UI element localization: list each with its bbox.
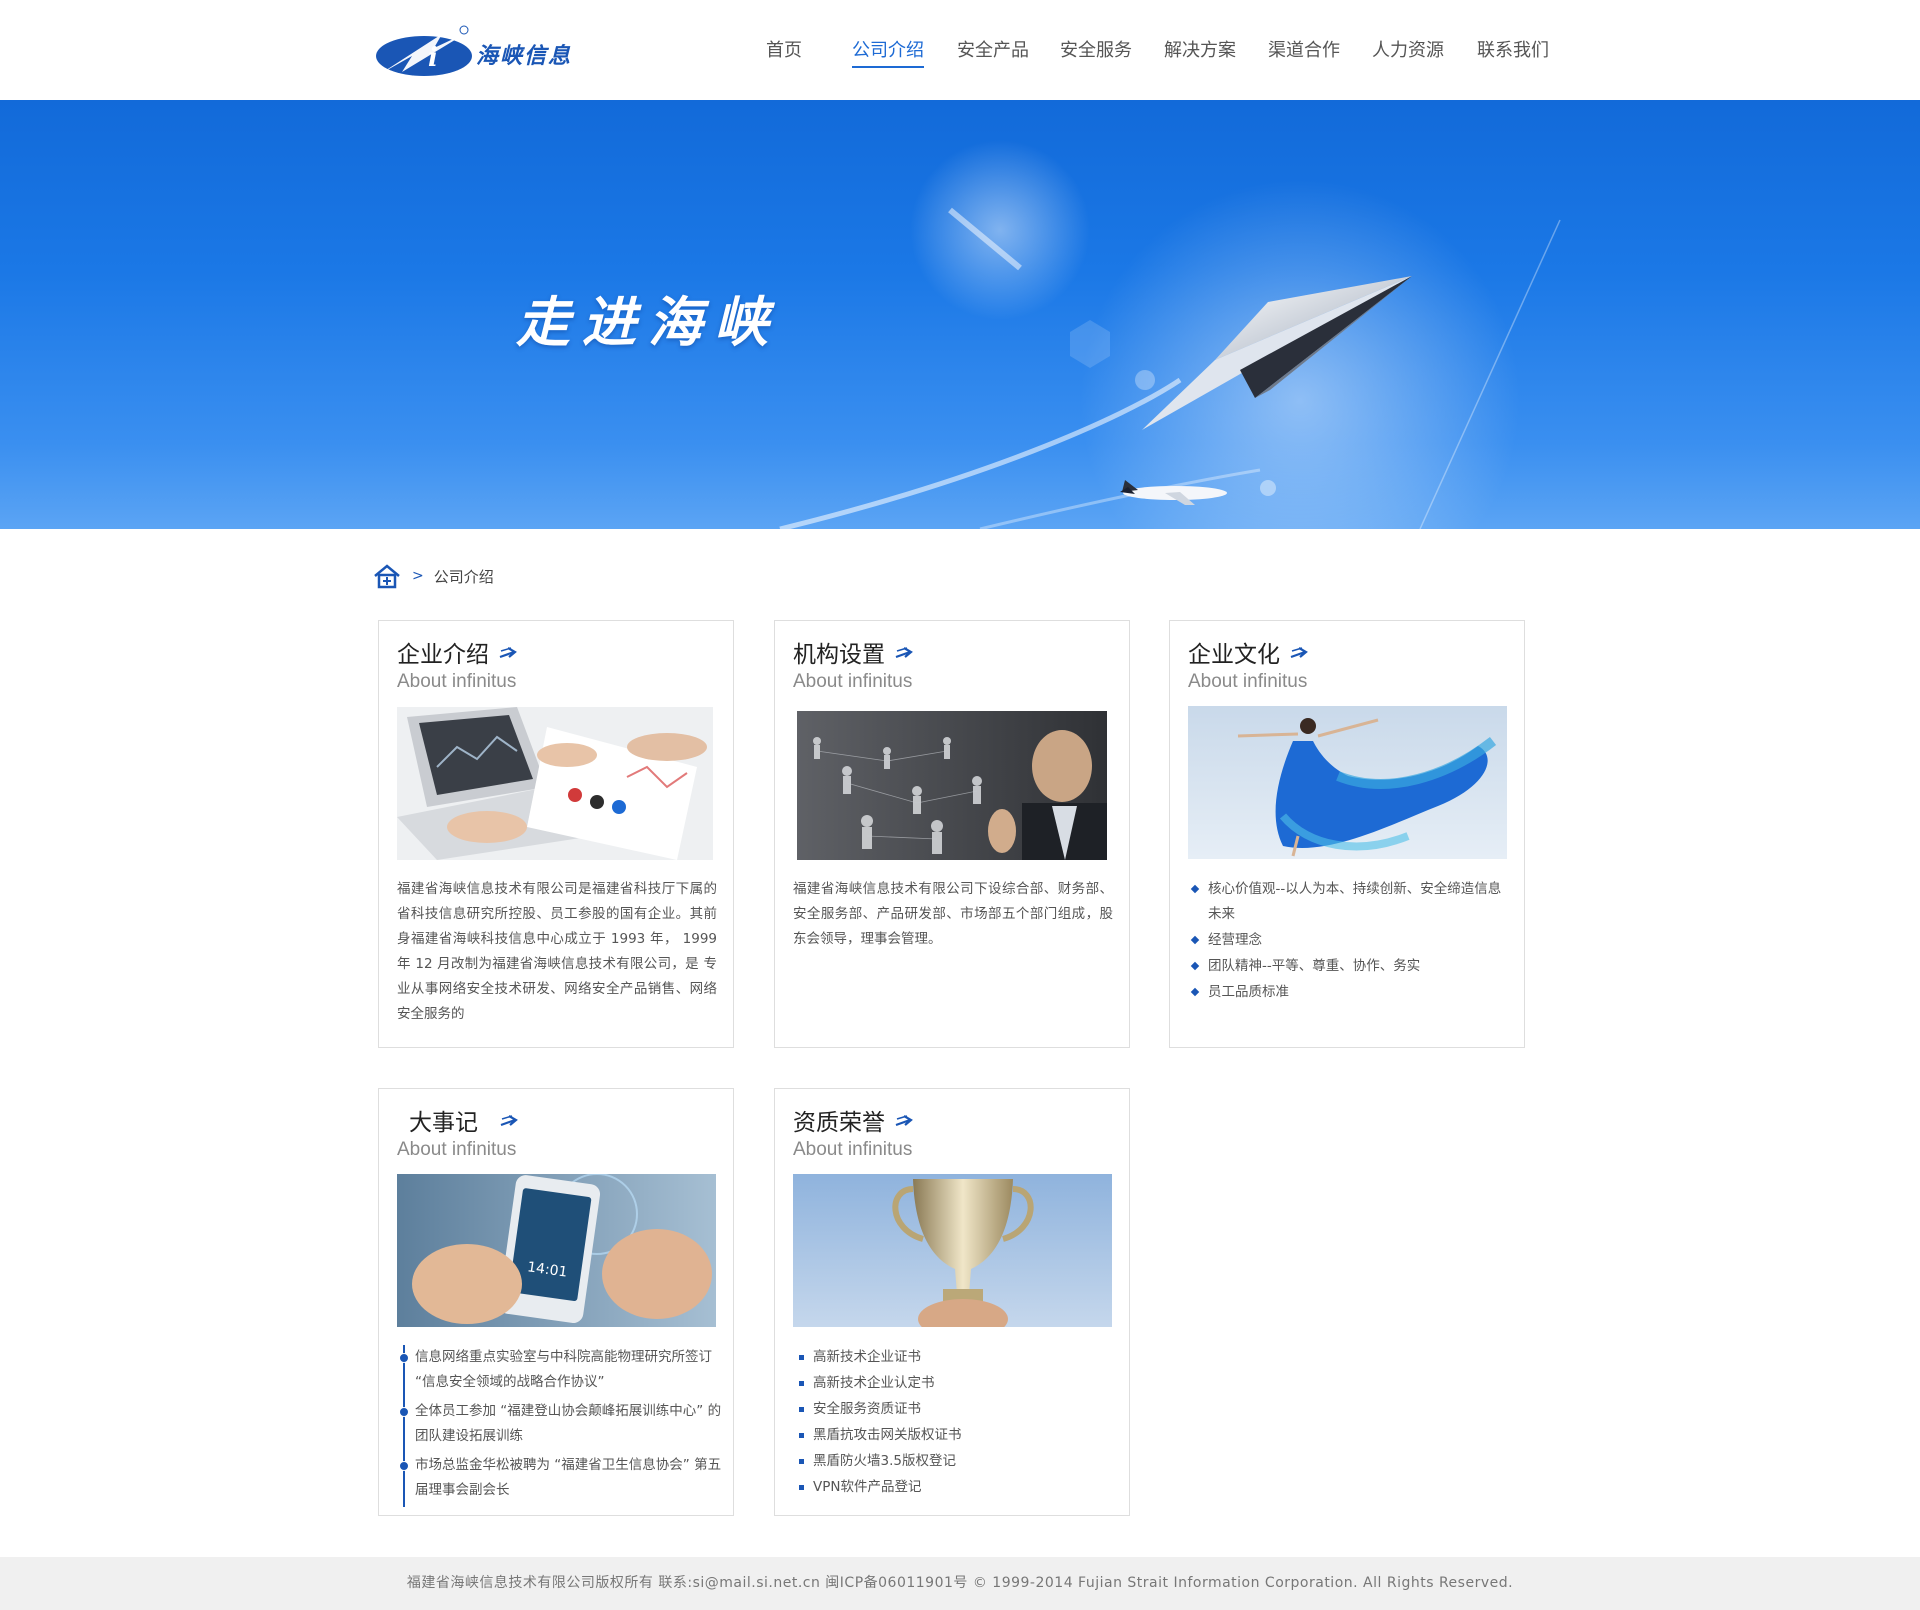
list-item[interactable]: 黑盾抗攻击网关版权证书 [793, 1423, 1113, 1448]
nav-security-products[interactable]: 安全产品 [957, 36, 1029, 62]
diamond-bullet-icon [1190, 884, 1200, 894]
hero-banner: 走进海峡 [0, 100, 1920, 529]
square-bullet-icon [799, 1381, 804, 1386]
square-bullet-icon [799, 1407, 804, 1412]
list-item[interactable]: 团队精神--平等、尊重、协作、务实 [1188, 954, 1508, 979]
laptop-charts-photo [397, 707, 713, 860]
diamond-bullet-icon [1190, 961, 1200, 971]
qualifications-list: 高新技术企业证书 高新技术企业认定书 安全服务资质证书 黑盾抗攻击网关版权证书 … [793, 1345, 1113, 1501]
business-network-photo [797, 711, 1107, 860]
card-title[interactable]: 大事记 [409, 1103, 520, 1137]
card-milestones[interactable]: 大事记 About infinitus 14:01 信息网络重点实验室与中科院高… [378, 1088, 734, 1516]
breadcrumb: > 公司介绍 [372, 562, 494, 590]
card-subtitle: About infinitus [793, 1139, 913, 1160]
arrow-right-icon [895, 1115, 913, 1127]
card-title[interactable]: 资质荣誉 [793, 1103, 915, 1137]
square-bullet-icon [799, 1485, 804, 1490]
card-subtitle: About infinitus [397, 1139, 517, 1160]
card-title[interactable]: 机构设置 [793, 635, 915, 669]
square-bullet-icon [799, 1355, 804, 1360]
nav-channel-partners[interactable]: 渠道合作 [1268, 36, 1340, 62]
site-footer: 福建省海峡信息技术有限公司版权所有 联系:si@mail.si.net.cn 闽… [0, 1557, 1920, 1610]
main-nav: 首页 公司介绍 安全产品 安全服务 解决方案 渠道合作 人力资源 联系我们 [0, 36, 1920, 76]
home-icon[interactable] [372, 563, 402, 589]
card-subtitle: About infinitus [397, 671, 517, 692]
list-item[interactable]: 安全服务资质证书 [793, 1397, 1113, 1422]
timeline-dot-icon [399, 1353, 409, 1363]
timeline-item[interactable]: 信息网络重点实验室与中科院高能物理研究所签订 “信息安全领域的战略合作协议” [399, 1345, 725, 1395]
arrow-right-icon [500, 1115, 518, 1127]
card-qualifications[interactable]: 资质荣誉 About infinitus 高新技术企业证书 高新技术企业认定书 … [774, 1088, 1130, 1516]
diamond-bullet-icon [1190, 987, 1200, 997]
square-bullet-icon [799, 1433, 804, 1438]
card-subtitle: About infinitus [1188, 671, 1308, 692]
trophy-photo [793, 1174, 1112, 1327]
breadcrumb-current: 公司介绍 [433, 567, 494, 586]
nav-contact-us[interactable]: 联系我们 [1477, 36, 1549, 62]
arrow-right-icon [895, 647, 913, 659]
culture-list: 核心价值观--以人为本、持续创新、安全缔造信息未来 经营理念 团队精神--平等、… [1188, 877, 1508, 1006]
card-subtitle: About infinitus [793, 671, 913, 692]
footer-copyright: 福建省海峡信息技术有限公司版权所有 联系:si@mail.si.net.cn 闽… [406, 1575, 1514, 1591]
list-item[interactable]: 黑盾防火墙3.5版权登记 [793, 1449, 1113, 1474]
card-title[interactable]: 企业文化 [1188, 635, 1310, 669]
list-item[interactable]: 核心价值观--以人为本、持续创新、安全缔造信息未来 [1188, 877, 1508, 927]
nav-solutions[interactable]: 解决方案 [1164, 36, 1236, 62]
arrow-right-icon [1290, 647, 1308, 659]
card-company-profile[interactable]: 企业介绍 About infinitus 福建省海峡信息技术有限公司是福建省科技… [378, 620, 734, 1048]
smartphone-hands-photo: 14:01 [397, 1174, 716, 1327]
list-item[interactable]: 高新技术企业证书 [793, 1345, 1113, 1370]
dancer-blue-dress-photo [1188, 706, 1507, 859]
card-description: 福建省海峡信息技术有限公司下设综合部、财务部、安全服务部、产品研发部、市场部五个… [793, 881, 1113, 947]
list-item[interactable]: 员工品质标准 [1188, 980, 1508, 1005]
card-corporate-culture[interactable]: 企业文化 About infinitus 核心价值观--以人为本、持续创新、安全… [1169, 620, 1525, 1048]
card-organization[interactable]: 机构设置 About infinitus 福建省海峡信息技术有限公司下设综合部、… [774, 620, 1130, 1048]
nav-company-intro[interactable]: 公司介绍 [852, 36, 924, 68]
nav-human-resources[interactable]: 人力资源 [1372, 36, 1444, 62]
diamond-bullet-icon [1190, 935, 1200, 945]
milestones-timeline: 信息网络重点实验室与中科院高能物理研究所签订 “信息安全领域的战略合作协议” 全… [399, 1345, 725, 1507]
timeline-item[interactable]: 全体员工参加 “福建登山协会颠峰拓展训练中心” 的团队建设拓展训练 [399, 1399, 725, 1449]
square-bullet-icon [799, 1459, 804, 1464]
card-description: 福建省海峡信息技术有限公司是福建省科技厅下属的省科技信息研究所控股、员工参股的国… [397, 881, 717, 1022]
site-header: i 海峡信息 首页 公司介绍 安全产品 安全服务 解决方案 渠道合作 人力资源 … [0, 0, 1920, 101]
arrow-right-icon [499, 647, 517, 659]
nav-security-services[interactable]: 安全服务 [1060, 36, 1132, 62]
timeline-dot-icon [399, 1407, 409, 1417]
card-title[interactable]: 企业介绍 [397, 635, 519, 669]
timeline-item[interactable]: 市场总监金华松被聘为 “福建省卫生信息协会” 第五届理事会副会长 [399, 1453, 725, 1503]
list-item[interactable]: 经营理念 [1188, 928, 1508, 953]
nav-home[interactable]: 首页 [766, 36, 802, 62]
timeline-dot-icon [399, 1461, 409, 1471]
banner-artwork [779, 140, 1561, 529]
list-item[interactable]: VPN软件产品登记 [793, 1475, 1113, 1500]
list-item[interactable]: 高新技术企业认定书 [793, 1371, 1113, 1396]
banner-title: 走进海峡 [516, 290, 780, 354]
breadcrumb-separator: > [412, 568, 424, 584]
